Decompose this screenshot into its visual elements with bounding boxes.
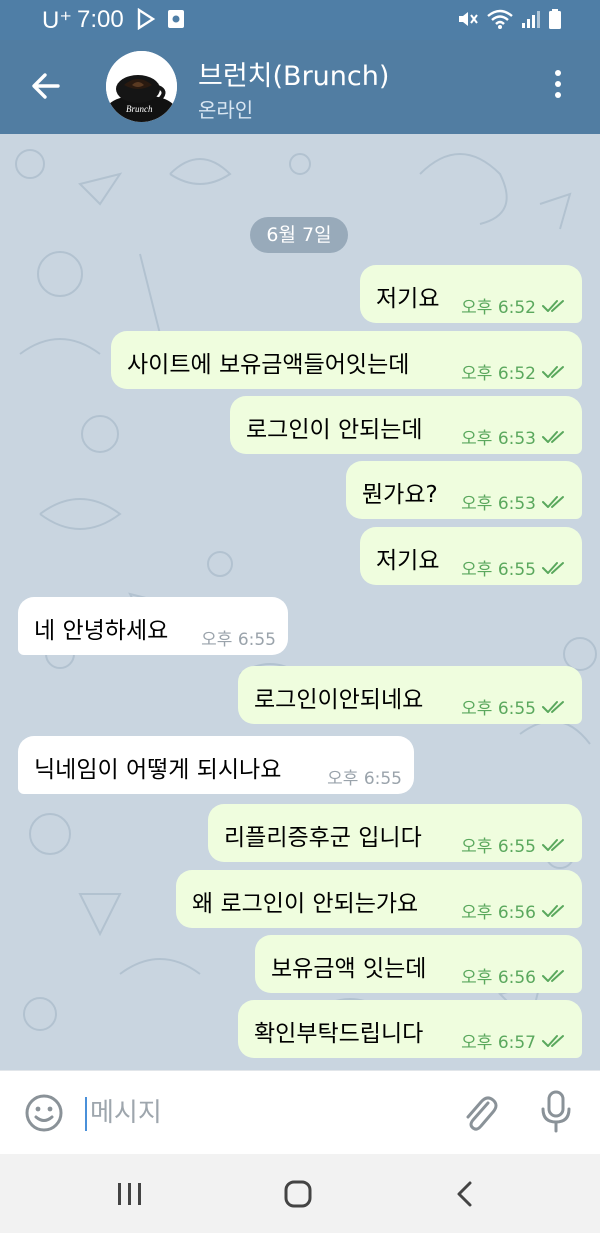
status-bar: U⁺ 7:00 <box>0 0 600 40</box>
outgoing-message[interactable]: 로그인이 안되는데 오후 6:53 <box>230 396 582 454</box>
home-icon <box>284 1180 312 1208</box>
message-time: 오후 6:55 <box>461 837 536 857</box>
outgoing-message[interactable]: 보유금액 잇는데 오후 6:56 <box>255 935 582 993</box>
double-check-icon <box>542 430 564 443</box>
paperclip-icon <box>466 1096 498 1131</box>
message-time: 오후 6:55 <box>461 560 536 580</box>
incoming-message[interactable]: 닉네임이 어떻게 되시나요 오후 6:55 <box>18 736 414 794</box>
double-check-icon <box>542 904 564 917</box>
message-meta: 오후 6:55 <box>201 625 276 650</box>
carrier-label: U⁺ <box>42 7 72 34</box>
message-time: 오후 6:55 <box>201 630 276 650</box>
message-meta: 오후 6:55 <box>461 832 568 857</box>
online-status: 온라인 <box>198 98 254 122</box>
outgoing-message[interactable]: 뭔가요? 오후 6:53 <box>346 461 582 519</box>
outgoing-message[interactable]: 왜 로그인이 안되는가요 오후 6:56 <box>176 870 582 928</box>
message-time: 오후 6:55 <box>327 769 402 789</box>
text-cursor <box>85 1097 87 1131</box>
message-text: 로그인이안되네요 <box>254 687 424 713</box>
screenshot-icon <box>166 8 186 35</box>
voice-button[interactable] <box>536 1089 576 1135</box>
message-text: 저기요 <box>376 286 440 312</box>
message-meta: 오후 6:57 <box>461 1028 568 1053</box>
message-text: 로그인이 안되는데 <box>246 417 423 443</box>
message-text: 닉네임이 어떻게 되시나요 <box>34 757 282 783</box>
outgoing-message[interactable]: 사이트에 보유금액들어잇는데 오후 6:52 <box>111 331 582 389</box>
menu-dot-icon <box>555 81 561 87</box>
outgoing-message[interactable]: 확인부탁드립니다 오후 6:57 <box>238 1000 582 1058</box>
wifi-icon <box>486 8 514 35</box>
double-check-icon <box>542 1034 564 1047</box>
message-meta: 오후 6:53 <box>461 489 568 514</box>
double-check-icon <box>542 838 564 851</box>
status-time: 7:00 <box>77 6 124 33</box>
recent-apps-icon <box>118 1183 141 1205</box>
smiley-icon <box>25 1094 63 1132</box>
outgoing-message[interactable]: 리플리증후군 입니다 오후 6:55 <box>208 804 582 862</box>
message-text: 확인부탁드립니다 <box>254 1021 424 1047</box>
message-time: 오후 6:53 <box>461 494 536 514</box>
menu-dot-icon <box>555 70 561 76</box>
message-meta: 오후 6:56 <box>461 963 568 988</box>
message-text: 리플리증후군 입니다 <box>224 825 422 851</box>
message-text: 왜 로그인이 안되는가요 <box>192 891 419 917</box>
signal-icon <box>520 8 542 35</box>
back-nav-icon <box>457 1181 472 1207</box>
message-meta: 오후 6:52 <box>461 293 568 318</box>
double-check-icon <box>542 299 564 312</box>
system-nav-bar <box>0 1154 600 1233</box>
message-time: 오후 6:55 <box>461 699 536 719</box>
mute-icon <box>456 8 480 35</box>
message-time: 오후 6:52 <box>461 364 536 384</box>
attach-button[interactable] <box>460 1091 500 1135</box>
message-text: 보유금액 잇는데 <box>271 956 427 982</box>
double-check-icon <box>542 561 564 574</box>
back-nav-button[interactable] <box>444 1174 488 1214</box>
message-text: 사이트에 보유금액들어잇는데 <box>127 352 410 378</box>
chat-header: Brunch 브런치(Brunch) 온라인 <box>0 40 600 134</box>
home-button[interactable] <box>276 1174 320 1214</box>
double-check-icon <box>542 700 564 713</box>
menu-dot-icon <box>555 92 561 98</box>
microphone-icon <box>541 1090 571 1133</box>
message-text: 뭔가요? <box>362 482 438 508</box>
recent-apps-button[interactable] <box>108 1174 152 1214</box>
message-text: 네 안녕하세요 <box>34 618 169 644</box>
message-meta: 오후 6:56 <box>461 898 568 923</box>
double-check-icon <box>542 969 564 982</box>
play-store-icon <box>136 7 156 35</box>
message-meta: 오후 6:55 <box>461 694 568 719</box>
avatar-label: Brunch <box>126 104 153 114</box>
message-meta: 오후 6:53 <box>461 424 568 449</box>
message-time: 오후 6:56 <box>461 968 536 988</box>
emoji-button[interactable] <box>24 1093 64 1133</box>
back-button[interactable] <box>26 66 66 106</box>
outgoing-message[interactable]: 로그인이안되네요 오후 6:55 <box>238 666 582 724</box>
message-time: 오후 6:52 <box>461 298 536 318</box>
double-check-icon <box>542 495 564 508</box>
outgoing-message[interactable]: 저기요 오후 6:55 <box>360 527 582 585</box>
message-meta: 오후 6:55 <box>461 555 568 580</box>
incoming-message[interactable]: 네 안녕하세요 오후 6:55 <box>18 597 288 655</box>
outgoing-message[interactable]: 저기요 오후 6:52 <box>360 265 582 323</box>
arrow-left-icon <box>32 73 60 99</box>
message-time: 오후 6:53 <box>461 429 536 449</box>
chat-area[interactable]: 6월 7일 저기요 오후 6:52 사이트에 보유금액들어잇는데 오후 6:52 로그인… <box>0 134 600 1070</box>
avatar[interactable]: Brunch <box>106 51 177 122</box>
message-time: 오후 6:57 <box>461 1033 536 1053</box>
message-meta: 오후 6:55 <box>327 764 402 789</box>
message-text: 저기요 <box>376 548 440 574</box>
message-input-bar <box>0 1070 600 1154</box>
chat-title[interactable]: 브런치(Brunch) <box>198 54 389 93</box>
message-input[interactable] <box>90 1093 430 1133</box>
date-separator: 6월 7일 <box>250 217 348 253</box>
double-check-icon <box>542 365 564 378</box>
message-time: 오후 6:56 <box>461 903 536 923</box>
more-menu-button[interactable] <box>548 70 568 104</box>
battery-icon <box>548 8 562 35</box>
message-meta: 오후 6:52 <box>461 359 568 384</box>
